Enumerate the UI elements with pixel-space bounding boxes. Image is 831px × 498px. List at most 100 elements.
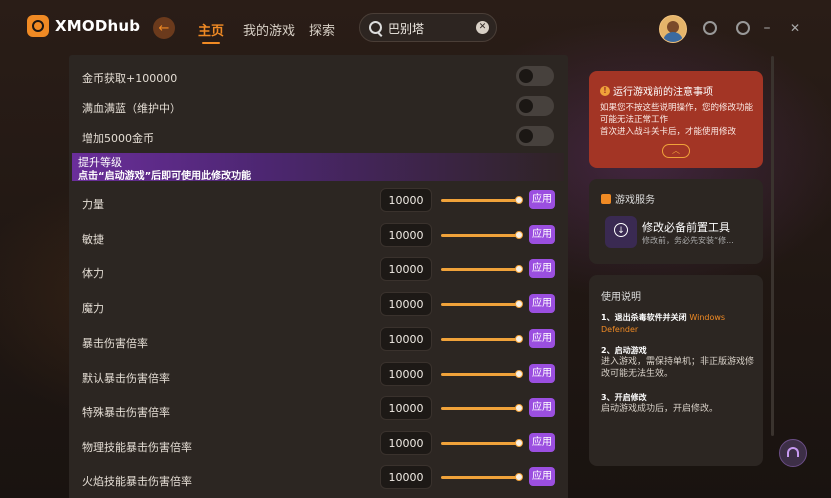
stat-label: 力量: [82, 198, 104, 211]
step1-title: 1、退出杀毒软件并关闭: [601, 313, 687, 322]
stat-value-input[interactable]: [380, 431, 432, 455]
cube-icon: [601, 193, 611, 204]
search-icon: [369, 21, 382, 34]
slider-thumb[interactable]: [515, 439, 523, 447]
logo-text: XMODhub: [55, 17, 141, 35]
stat-row: 物理技能暴击伤害倍率 应用: [69, 429, 568, 463]
apply-button[interactable]: 应用: [529, 190, 555, 209]
stat-value-input[interactable]: [380, 188, 432, 212]
app-logo[interactable]: XMODhub: [27, 15, 140, 37]
stat-label: 体力: [82, 267, 104, 280]
apply-button[interactable]: 应用: [529, 259, 555, 278]
slider-thumb[interactable]: [515, 404, 523, 412]
stat-value-input[interactable]: [380, 327, 432, 351]
step2-desc: 进入游戏，需保持单机；非正版游戏修改可能无法生效。: [601, 357, 755, 379]
notice-line: 首次进入战斗关卡后，才能使用修改: [600, 127, 737, 137]
status-icon[interactable]: [703, 21, 717, 35]
nav-my-games[interactable]: 我的游戏: [243, 20, 295, 39]
scrollbar[interactable]: [771, 56, 774, 436]
logo-icon: [27, 15, 49, 37]
level-banner: 提升等级 点击“启动游戏”后即可使用此修改功能: [72, 153, 564, 182]
cheat-panel: 金币获取+100000 满血满蓝（维护中） 增加5000金币 提升等级 点击“启…: [69, 55, 568, 498]
toggle-label: 金币获取+100000: [82, 72, 178, 85]
stat-value-input[interactable]: [380, 223, 432, 247]
stat-slider[interactable]: [441, 473, 523, 481]
apply-button[interactable]: 应用: [529, 294, 555, 313]
top-bar: XMODhub ← 主页 我的游戏 探索 ✕ – ✕: [0, 0, 831, 56]
stat-row: 默认暴击伤害倍率 应用: [69, 360, 568, 394]
stat-label: 敏捷: [82, 233, 104, 246]
stat-value-input[interactable]: [380, 362, 432, 386]
step3-desc: 启动游戏成功后，开启修改。: [601, 404, 719, 414]
collapse-notice-button[interactable]: ︿: [662, 144, 690, 158]
apply-button[interactable]: 应用: [529, 225, 555, 244]
slider-thumb[interactable]: [515, 265, 523, 273]
step3-title: 3、开启修改: [601, 393, 647, 402]
stat-slider[interactable]: [441, 196, 523, 204]
slider-thumb[interactable]: [515, 231, 523, 239]
minimize-icon[interactable]: –: [760, 21, 774, 35]
notice-line: 可能无法正常工作: [600, 115, 669, 125]
toggle-label: 满血满蓝（维护中）: [82, 102, 181, 115]
toggle-switch[interactable]: [516, 126, 554, 146]
stat-slider[interactable]: [441, 265, 523, 273]
stat-slider[interactable]: [441, 370, 523, 378]
stat-row: 体力 应用: [69, 255, 568, 289]
slider-thumb[interactable]: [515, 300, 523, 308]
toggle-row: 增加5000金币: [69, 122, 568, 152]
stat-label: 暴击伤害倍率: [82, 337, 148, 350]
toggle-label: 增加5000金币: [82, 132, 154, 145]
apply-button[interactable]: 应用: [529, 467, 555, 486]
apply-button[interactable]: 应用: [529, 398, 555, 417]
level-banner-subtitle: 点击“启动游戏”后即可使用此修改功能: [78, 171, 252, 182]
stat-row: 力量 应用: [69, 186, 568, 220]
stat-slider[interactable]: [441, 300, 523, 308]
stat-value-input[interactable]: [380, 292, 432, 316]
search-box: ✕: [359, 13, 497, 42]
step2-title: 2、启动游戏: [601, 346, 647, 355]
back-button[interactable]: ←: [153, 17, 175, 39]
stat-row: 特殊暴击伤害倍率 应用: [69, 394, 568, 428]
slider-thumb[interactable]: [515, 196, 523, 204]
stat-value-input[interactable]: [380, 396, 432, 420]
clear-search-icon[interactable]: ✕: [476, 21, 489, 34]
stat-slider[interactable]: [441, 439, 523, 447]
download-icon[interactable]: [605, 216, 637, 248]
stat-value-input[interactable]: [380, 465, 432, 489]
apply-button[interactable]: 应用: [529, 433, 555, 452]
stat-row: 暴击伤害倍率 应用: [69, 325, 568, 359]
apply-button[interactable]: 应用: [529, 364, 555, 383]
settings-icon[interactable]: [736, 21, 750, 35]
service-title: 游戏服务: [615, 195, 655, 206]
arrow-left-icon: ←: [158, 20, 170, 36]
toggle-row: 金币获取+100000: [69, 62, 568, 92]
stat-slider[interactable]: [441, 335, 523, 343]
tool-title[interactable]: 修改必备前置工具: [642, 219, 730, 235]
stat-row: 火焰技能暴击伤害倍率 应用: [69, 463, 568, 497]
toggle-switch[interactable]: [516, 66, 554, 86]
tool-description: 修改前，务必先安装“修...: [642, 236, 734, 245]
stat-slider[interactable]: [441, 231, 523, 239]
stat-row: 敏捷 应用: [69, 221, 568, 255]
stat-label: 特殊暴击伤害倍率: [82, 406, 170, 419]
stat-row: 魔力 应用: [69, 290, 568, 324]
toggle-switch[interactable]: [516, 96, 554, 116]
user-avatar[interactable]: [659, 15, 687, 43]
slider-thumb[interactable]: [515, 335, 523, 343]
slider-thumb[interactable]: [515, 370, 523, 378]
search-input[interactable]: [388, 19, 468, 37]
close-icon[interactable]: ✕: [788, 21, 802, 35]
notice-body: 如果您不按这些说明操作，您的修改功能 可能无法正常工作 首次进入战斗关卡后，才能…: [600, 102, 758, 138]
notice-line: 如果您不按这些说明操作，您的修改功能: [600, 103, 754, 113]
nav-explore[interactable]: 探索: [309, 20, 335, 39]
usage-guide-card: 使用说明 1、退出杀毒软件并关闭 Windows Defender 2、启动游戏…: [589, 275, 763, 466]
toggle-row: 满血满蓝（维护中）: [69, 92, 568, 122]
guide-title: 使用说明: [601, 292, 641, 303]
stat-slider[interactable]: [441, 404, 523, 412]
apply-button[interactable]: 应用: [529, 329, 555, 348]
headset-icon[interactable]: [779, 439, 807, 467]
nav-home[interactable]: 主页: [198, 20, 224, 44]
stat-value-input[interactable]: [380, 257, 432, 281]
slider-thumb[interactable]: [515, 473, 523, 481]
warning-icon: !: [600, 85, 610, 96]
